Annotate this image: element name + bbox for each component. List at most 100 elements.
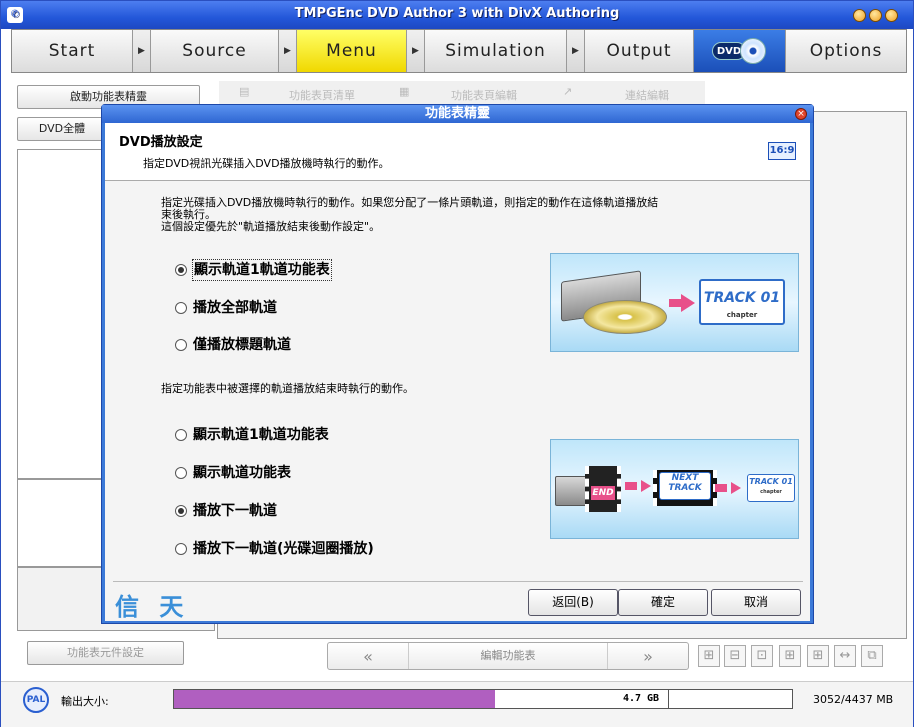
grid-layout-icon[interactable]: ⊞ — [698, 645, 720, 667]
arrow-icon — [625, 480, 651, 492]
desc-group2: 指定功能表中被選擇的軌道播放結束時執行的動作。 — [161, 382, 414, 395]
chapter-label: chapter — [760, 489, 782, 495]
dialog-separator — [113, 581, 803, 582]
radio-label: 顯示軌道功能表 — [193, 465, 291, 481]
cancel-button[interactable]: 取消 — [711, 589, 801, 616]
radio-button[interactable] — [175, 339, 187, 351]
menu-page-navigator: « 編輯功能表 » — [327, 642, 689, 670]
capacity-meter: 4.7 GB — [173, 689, 793, 709]
ok-button[interactable]: 確定 — [618, 589, 708, 616]
radio-button[interactable] — [175, 467, 187, 479]
duplicate-icon[interactable]: ⧉ — [861, 645, 883, 667]
track-box: TRACK 01 chapter — [699, 279, 785, 325]
nav-step-simulation[interactable]: Simulation — [425, 30, 567, 72]
menu-component-settings-button[interactable]: 功能表元件設定 — [27, 641, 184, 665]
radio-label: 顯示軌道1軌道功能表 — [192, 259, 332, 281]
desc-line-1: 指定光碟插入DVD播放機時執行的動作。如果您分配了一條片頭軌道，則指定的動作在這… — [161, 196, 659, 209]
title-bar: ✆ TMPGEnc DVD Author 3 with DivX Authori… — [1, 1, 913, 29]
radio-label: 播放下一軌道 — [193, 503, 277, 519]
aspect-ratio-badge: 16:9 — [768, 142, 796, 160]
radio-button[interactable] — [175, 302, 187, 314]
radio-end-play-next-track-loop[interactable]: 播放下一軌道(光碟迴圈播放) — [175, 539, 374, 559]
nav-step-output[interactable]: Output — [585, 30, 694, 72]
radio-play-all-tracks[interactable]: 播放全部軌道 — [175, 298, 277, 318]
align-middle-icon[interactable]: ⊞ — [779, 645, 801, 667]
nav-step-menu[interactable]: Menu — [297, 30, 407, 72]
menu-wizard-dialog: 功能表精靈 × DVD播放設定 指定DVD視訊光碟插入DVD播放機時執行的動作。… — [101, 104, 814, 624]
back-button[interactable]: 返回(B) — [528, 589, 618, 616]
radio-button[interactable] — [175, 429, 187, 441]
width-icon[interactable]: ↔ — [834, 645, 856, 667]
radio-end-show-track-menu[interactable]: 顯示軌道功能表 — [175, 463, 291, 483]
next-track-box: NEXT TRACK — [659, 472, 711, 500]
illustration-end-to-next-track: END NEXT TRACK TRACK 01 chapter — [550, 439, 799, 539]
radio-end-play-next-track[interactable]: 播放下一軌道 — [175, 501, 277, 521]
radio-label: 播放下一軌道(光碟迴圈播放) — [193, 541, 374, 557]
arrow-icon — [715, 482, 741, 494]
dialog-header-title: DVD播放設定 — [119, 135, 203, 150]
disc-capacity-text: 4.7 GB — [622, 693, 660, 704]
nav-options[interactable]: Options — [786, 30, 906, 72]
nav-step-start[interactable]: Start — [12, 30, 133, 72]
edit-menu-button[interactable]: 編輯功能表 — [408, 643, 608, 669]
prev-page-button[interactable]: « — [328, 647, 408, 666]
track-label: TRACK 01 — [749, 477, 793, 486]
dvd-logo-button[interactable]: DVD — [694, 30, 786, 72]
capacity-meter-fill — [174, 690, 496, 708]
dialog-body: DVD播放設定 指定DVD視訊光碟插入DVD播放機時執行的動作。 16:9 指定… — [105, 123, 810, 621]
link-edit-icon: ↗ — [563, 85, 573, 98]
minimize-button[interactable] — [853, 9, 866, 22]
film-strip-icon: END — [585, 466, 621, 512]
nav-arrow-icon: ▶ — [133, 30, 151, 72]
size-readout: 3052/4437 MB — [813, 693, 894, 706]
chapter-label: chapter — [726, 311, 758, 319]
menu-page-list-tab[interactable]: 功能表頁清單 — [289, 87, 355, 103]
center-icon[interactable]: ⊡ — [751, 645, 773, 667]
dialog-close-icon[interactable]: × — [795, 108, 807, 120]
disc-icon — [583, 300, 667, 334]
maximize-button[interactable] — [869, 9, 882, 22]
nav-step-source[interactable]: Source — [151, 30, 279, 72]
radio-end-show-track1-menu[interactable]: 顯示軌道1軌道功能表 — [175, 425, 329, 445]
menu-page-edit-icon: ▦ — [399, 85, 410, 98]
dvd-all-button[interactable]: DVD全體 — [17, 117, 107, 141]
radio-button[interactable] — [175, 543, 187, 555]
grid-icon[interactable]: ⊞ — [807, 645, 829, 667]
step-navigation: Start ▶ Source ▶ Menu ▶ Simulation ▶ Out… — [11, 29, 907, 73]
align-bottom-icon[interactable]: ⊟ — [724, 645, 746, 667]
menu-page-list-icon: ▤ — [239, 85, 250, 98]
dialog-title: 功能表精靈 — [102, 105, 813, 123]
arrow-icon — [669, 294, 695, 312]
radio-play-title-track-only[interactable]: 僅播放標題軌道 — [175, 335, 291, 355]
dialog-header-subtitle: 指定DVD視訊光碟插入DVD播放機時執行的動作。 — [143, 157, 390, 170]
track-box: TRACK 01 chapter — [747, 474, 795, 502]
radio-label: 僅播放標題軌道 — [193, 337, 291, 353]
video-format-badge: PAL — [23, 687, 49, 713]
radio-show-track1-menu[interactable]: 顯示軌道1軌道功能表 — [175, 259, 332, 281]
disc-icon — [740, 38, 766, 64]
app-window: ✆ TMPGEnc DVD Author 3 with DivX Authori… — [0, 0, 914, 727]
dialog-header: DVD播放設定 指定DVD視訊光碟插入DVD播放機時執行的動作。 16:9 — [105, 123, 810, 181]
radio-button-selected[interactable] — [175, 264, 187, 276]
next-label: NEXT — [671, 473, 699, 483]
link-edit-tab[interactable]: 連結編輯 — [625, 87, 669, 103]
next-page-button[interactable]: » — [608, 647, 688, 666]
end-label: END — [591, 486, 615, 500]
capacity-marker — [668, 690, 669, 708]
nav-arrow-icon: ▶ — [407, 30, 425, 72]
next-track-film-icon: NEXT TRACK — [653, 470, 717, 506]
track-label: TRACK 01 — [703, 290, 781, 306]
radio-button-selected[interactable] — [175, 505, 187, 517]
radio-label: 播放全部軌道 — [193, 300, 277, 316]
nav-arrow-icon: ▶ — [279, 30, 297, 72]
track-word-label: TRACK — [668, 483, 702, 493]
watermark-logo: 信 天 — [115, 593, 190, 621]
close-button[interactable] — [885, 9, 898, 22]
nav-arrow-icon: ▶ — [567, 30, 585, 72]
desc-line-3: 這個設定優先於"軌道播放結束後動作設定"。 — [161, 220, 381, 233]
menu-page-edit-tab[interactable]: 功能表頁編輯 — [451, 87, 517, 103]
window-title: TMPGEnc DVD Author 3 with DivX Authoring — [294, 6, 620, 21]
app-logo-icon[interactable]: ✆ — [7, 7, 23, 23]
illustration-disc-to-track: TRACK 01 chapter — [550, 253, 799, 352]
radio-label: 顯示軌道1軌道功能表 — [193, 427, 329, 443]
